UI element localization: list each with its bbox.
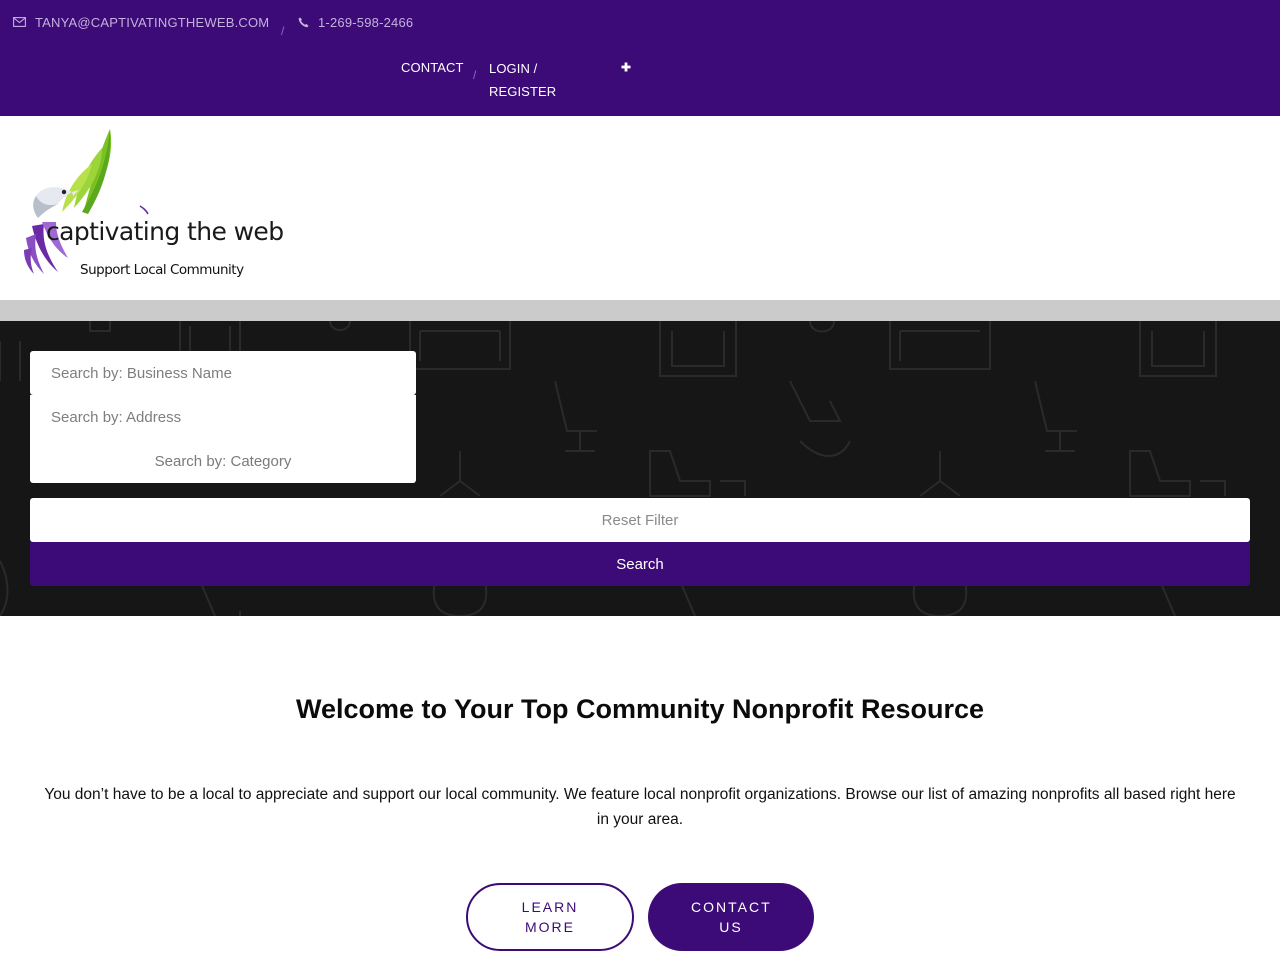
contact-us-button[interactable]: CONTACT US [648, 883, 814, 951]
phone-text: 1-269-598-2466 [318, 14, 414, 30]
phone-icon [298, 17, 309, 27]
reset-filter-label: Reset Filter [601, 511, 679, 529]
email-link[interactable]: TANYA@CAPTIVATINGTHEWEB.COM [13, 14, 269, 30]
search-button[interactable]: Search [30, 542, 1250, 586]
welcome-title: Welcome to Your Top Community Nonprofit … [295, 694, 985, 724]
separator: / [473, 68, 477, 82]
logo-tagline: Support Local Community [80, 262, 244, 278]
contact-us-label: CONTACT US [691, 899, 772, 935]
logo-band: captivating the web Support Local Commun… [0, 116, 1280, 300]
bird-logo-icon [24, 129, 149, 274]
envelope-icon [13, 17, 26, 27]
plus-icon[interactable] [619, 60, 633, 74]
divider-strip [0, 300, 1280, 321]
learn-more-button[interactable]: LEARN MORE [466, 883, 634, 951]
nav-login-register[interactable]: LOGIN / REGISTER [489, 57, 569, 103]
category-select[interactable]: Search by: Category [30, 439, 416, 483]
email-text: TANYA@CAPTIVATINGTHEWEB.COM [35, 14, 270, 30]
phone-link[interactable]: 1-269-598-2466 [298, 14, 413, 30]
top-bar: TANYA@CAPTIVATINGTHEWEB.COM / 1-269-598-… [0, 0, 1280, 116]
site-logo[interactable]: captivating the web Support Local Commun… [22, 126, 284, 281]
logo-title: captivating the web [46, 217, 284, 246]
reset-filter-button[interactable]: Reset Filter [30, 498, 1250, 542]
business-name-input[interactable] [30, 351, 416, 395]
category-select-label: Search by: Category [154, 452, 292, 470]
search-section: Search by: Category Reset Filter Search [0, 321, 1280, 616]
search-button-label: Search [616, 555, 664, 573]
learn-more-label: LEARN MORE [521, 899, 579, 935]
nav-contact[interactable]: CONTACT [401, 56, 464, 79]
welcome-text: You don’t have to be a local to apprecia… [44, 786, 1236, 828]
address-input[interactable] [30, 395, 416, 439]
separator: / [281, 24, 285, 38]
